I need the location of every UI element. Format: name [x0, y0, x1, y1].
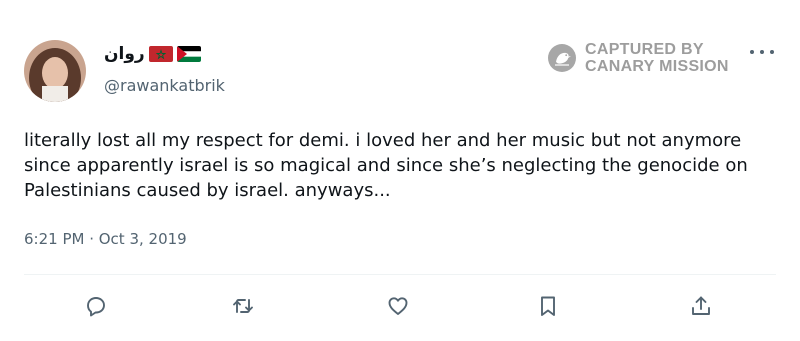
avatar[interactable] [24, 40, 86, 102]
avatar-photo [24, 40, 86, 102]
more-options-button[interactable] [750, 44, 774, 60]
author-handle[interactable]: @rawankatbrik [104, 76, 225, 95]
more-dot [760, 50, 764, 54]
watermark-line-2: CANARY MISSION [585, 58, 729, 75]
reply-icon [87, 297, 105, 317]
reply-button[interactable] [83, 293, 109, 319]
tweet-text: literally lost all my respect for demi. … [24, 130, 748, 201]
like-icon [388, 297, 408, 315]
display-name[interactable]: روان [104, 44, 145, 64]
more-dot [750, 50, 754, 54]
bookmark-button[interactable] [535, 293, 561, 319]
author-name-row[interactable]: روان [104, 42, 201, 66]
more-dot [770, 50, 774, 54]
tweet-timestamp[interactable]: 6:21 PM · Oct 3, 2019 [24, 230, 187, 248]
morocco-flag-icon [148, 46, 173, 62]
watermark: CAPTURED BY CANARY MISSION [547, 41, 729, 75]
share-icon [692, 296, 710, 315]
retweet-button[interactable] [230, 293, 256, 319]
canary-bird-icon [548, 44, 576, 72]
bookmark-icon [541, 296, 555, 316]
retweet-icon [233, 299, 253, 313]
share-button[interactable] [688, 293, 714, 319]
divider [24, 274, 776, 275]
like-button[interactable] [385, 293, 411, 319]
tweet-card: روان @rawankatbrik CAPTURED BY CANARY MI… [0, 0, 800, 341]
palestine-flag-icon [176, 46, 201, 62]
watermark-line-1: CAPTURED BY [585, 41, 704, 58]
